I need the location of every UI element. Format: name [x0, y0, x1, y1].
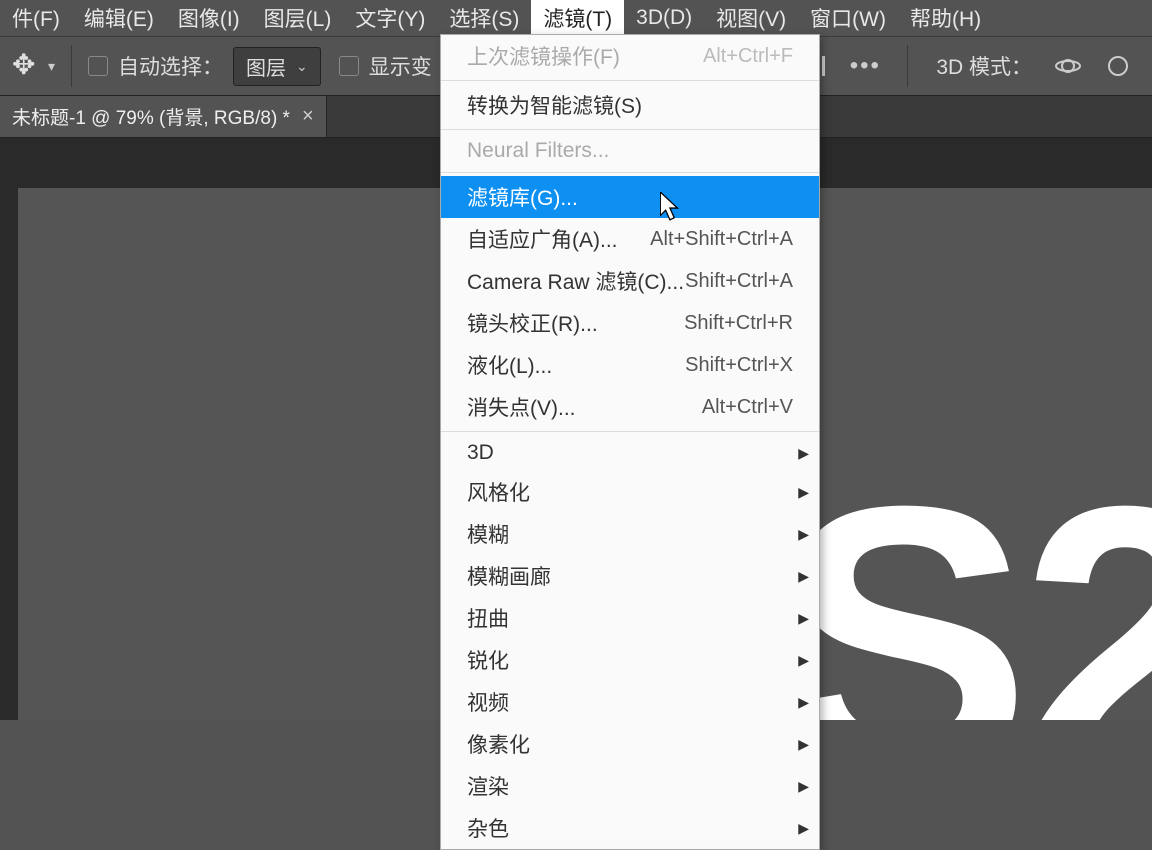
document-tab[interactable]: 未标题-1 @ 79% (背景, RGB/8) * × [0, 96, 327, 137]
menu-row-label: Neural Filters... [467, 139, 609, 163]
menu-row-shortcut: Shift+Ctrl+R [684, 312, 793, 335]
menu-row-label: 消失点(V)... [467, 392, 576, 422]
menu-item[interactable]: 帮助(H) [898, 0, 993, 38]
submenu-arrow-icon: ▶ [798, 526, 809, 543]
auto-select-label: 自动选择： [118, 51, 223, 81]
menu-row[interactable]: 转换为智能滤镜(S) [441, 84, 819, 126]
menu-separator [441, 80, 819, 81]
menu-row[interactable]: 模糊画廊 ▶ [441, 555, 819, 597]
chevron-down-icon: ⌄ [296, 58, 308, 75]
submenu-arrow-icon: ▶ [798, 610, 809, 627]
menubar: 件(F)编辑(E)图像(I)图层(L)文字(Y)选择(S)滤镜(T)3D(D)视… [0, 0, 1152, 36]
submenu-arrow-icon: ▶ [798, 778, 809, 795]
menu-row-label: 滤镜库(G)... [467, 182, 578, 212]
menu-row[interactable]: 像素化 ▶ [441, 723, 819, 765]
show-transform-label: 显示变 [369, 51, 432, 81]
move-tool[interactable]: ▾ [10, 50, 55, 82]
menu-item[interactable]: 3D(D) [624, 1, 704, 35]
move-icon [10, 50, 42, 82]
menu-item[interactable]: 图层(L) [252, 0, 344, 38]
menu-row[interactable]: 模糊 ▶ [441, 513, 819, 555]
menu-row[interactable]: 消失点(V)... Alt+Ctrl+V [441, 386, 819, 428]
menu-row-shortcut: Shift+Ctrl+X [685, 354, 793, 377]
menu-item[interactable]: 文字(Y) [343, 0, 437, 38]
menu-row-label: 3D [467, 441, 494, 465]
menu-item[interactable]: 滤镜(T) [531, 0, 624, 38]
close-icon[interactable]: × [302, 105, 314, 128]
menu-row-label: 像素化 [467, 729, 530, 759]
menu-row-label: 镜头校正(R)... [467, 308, 598, 338]
submenu-arrow-icon: ▶ [798, 568, 809, 585]
menu-row-label: 转换为智能滤镜(S) [467, 90, 642, 120]
submenu-arrow-icon: ▶ [798, 694, 809, 711]
separator [907, 45, 908, 87]
submenu-arrow-icon: ▶ [798, 652, 809, 669]
menu-row[interactable]: 液化(L)... Shift+Ctrl+X [441, 344, 819, 386]
menu-row-shortcut: Alt+Shift+Ctrl+A [650, 228, 793, 251]
menu-row: 上次滤镜操作(F) Alt+Ctrl+F [441, 35, 819, 77]
auto-select-checkbox[interactable] [88, 56, 108, 76]
separator [71, 45, 72, 87]
menu-row[interactable]: 杂色 ▶ [441, 807, 819, 849]
pan-icon[interactable] [1104, 52, 1132, 80]
menu-row[interactable]: Camera Raw 滤镜(C)...Shift+Ctrl+A [441, 260, 819, 302]
menu-row[interactable]: 自适应广角(A)... Alt+Shift+Ctrl+A [441, 218, 819, 260]
menu-row[interactable]: 3D ▶ [441, 435, 819, 471]
tab-title: 未标题-1 @ 79% (背景, RGB/8) * [12, 103, 290, 130]
menu-row-label: 风格化 [467, 477, 530, 507]
menu-row[interactable]: 视频 ▶ [441, 681, 819, 723]
more-icon[interactable]: ••• [851, 52, 879, 80]
menu-row-label: 自适应广角(A)... [467, 224, 618, 254]
menu-separator [441, 431, 819, 432]
chevron-down-icon: ▾ [48, 58, 55, 75]
filter-menu-dropdown: 上次滤镜操作(F) Alt+Ctrl+F 转换为智能滤镜(S) Neural Filt… [440, 34, 820, 850]
menu-row[interactable]: 扭曲 ▶ [441, 597, 819, 639]
layer-select-value: 图层 [246, 52, 286, 81]
menu-row[interactable]: 锐化 ▶ [441, 639, 819, 681]
menu-row[interactable]: 滤镜库(G)... [441, 176, 819, 218]
3d-mode-label: 3D 模式： [936, 51, 1032, 81]
menu-item[interactable]: 窗口(W) [798, 0, 898, 38]
menu-row[interactable]: 渲染 ▶ [441, 765, 819, 807]
menu-row-label: 液化(L)... [467, 350, 552, 380]
layer-select[interactable]: 图层 ⌄ [233, 47, 321, 86]
menu-row: Neural Filters... [441, 133, 819, 169]
menu-row[interactable]: 镜头校正(R)... Shift+Ctrl+R [441, 302, 819, 344]
show-transform-checkbox[interactable] [339, 56, 359, 76]
submenu-arrow-icon: ▶ [798, 445, 809, 462]
orbit-icon[interactable] [1054, 52, 1082, 80]
menu-row-label: 杂色 [467, 813, 509, 843]
menu-item[interactable]: 件(F) [0, 0, 72, 38]
menu-row-label: 上次滤镜操作(F) [467, 41, 620, 71]
menu-separator [441, 172, 819, 173]
menu-separator [441, 129, 819, 130]
menu-row-label: 模糊 [467, 519, 509, 549]
menu-row-label: Camera Raw 滤镜(C)... [467, 266, 684, 296]
submenu-arrow-icon: ▶ [798, 820, 809, 837]
menu-row[interactable]: 风格化 ▶ [441, 471, 819, 513]
menu-row-label: 渲染 [467, 771, 509, 801]
menu-row-shortcut: Shift+Ctrl+A [685, 270, 793, 293]
menu-row-shortcut: Alt+Ctrl+V [702, 396, 793, 419]
menu-row-label: 模糊画廊 [467, 561, 551, 591]
menu-row-shortcut: Alt+Ctrl+F [703, 45, 793, 68]
menu-row-label: 扭曲 [467, 603, 509, 633]
menu-item[interactable]: 图像(I) [166, 0, 252, 38]
menu-row-label: 视频 [467, 687, 509, 717]
menu-item[interactable]: 选择(S) [437, 0, 531, 38]
submenu-arrow-icon: ▶ [798, 736, 809, 753]
menu-item[interactable]: 视图(V) [704, 0, 798, 38]
submenu-arrow-icon: ▶ [798, 484, 809, 501]
menu-item[interactable]: 编辑(E) [72, 0, 166, 38]
menu-row-label: 锐化 [467, 645, 509, 675]
